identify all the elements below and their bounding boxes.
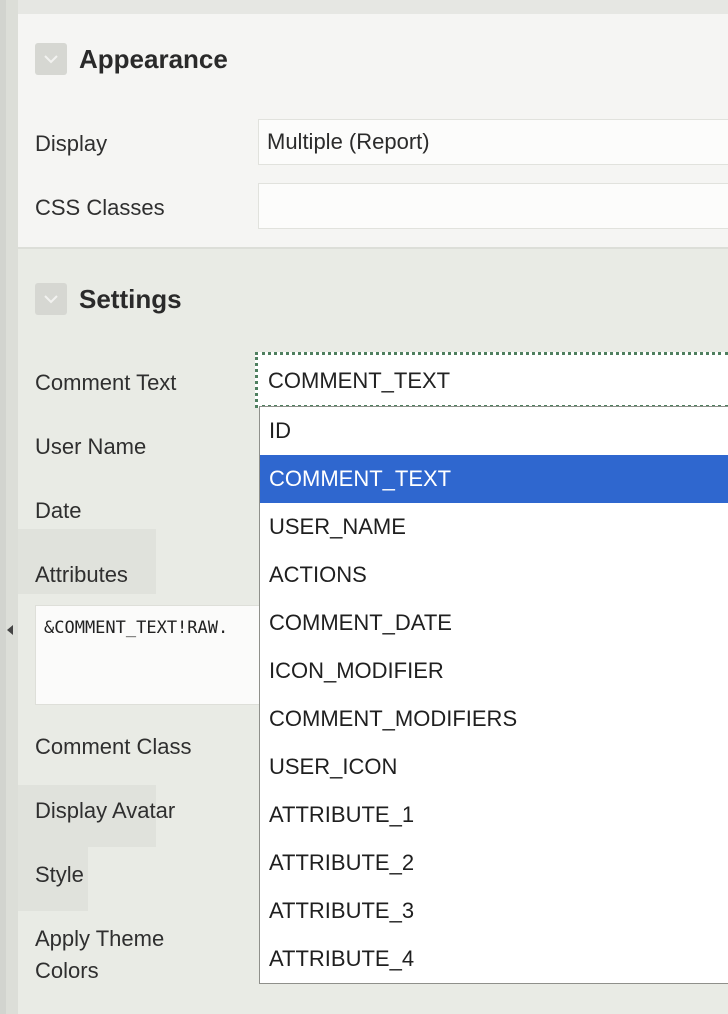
comment-text-label: Comment Text bbox=[35, 370, 177, 395]
chevron-down-icon[interactable] bbox=[35, 283, 67, 315]
left-rail bbox=[0, 0, 6, 1014]
appearance-section: Appearance Display Multiple (Report) CSS… bbox=[18, 14, 728, 249]
dropdown-option[interactable]: USER_NAME bbox=[260, 503, 728, 551]
settings-title: Settings bbox=[79, 283, 182, 314]
dropdown-option[interactable]: USER_ICON bbox=[260, 743, 728, 791]
top-strip bbox=[18, 0, 728, 15]
display-avatar-label: Display Avatar bbox=[35, 798, 176, 823]
dropdown-option[interactable]: ICON_MODIFIER bbox=[260, 647, 728, 695]
caret-left-icon[interactable] bbox=[6, 620, 16, 644]
date-label: Date bbox=[35, 498, 82, 523]
appearance-title: Appearance bbox=[79, 43, 228, 74]
dropdown-option[interactable]: ID bbox=[260, 407, 728, 455]
dropdown-option[interactable]: ATTRIBUTE_1 bbox=[260, 791, 728, 839]
css-classes-label: CSS Classes bbox=[35, 195, 165, 220]
comment-text-dropdown[interactable]: ID COMMENT_TEXT USER_NAME ACTIONS COMMENT_DA… bbox=[259, 406, 728, 984]
attributes-textarea[interactable]: &COMMENT_TEXT!RAW. bbox=[35, 605, 295, 705]
dropdown-option[interactable]: ATTRIBUTE_4 bbox=[260, 935, 728, 983]
comment-class-label: Comment Class bbox=[35, 734, 192, 759]
dropdown-option[interactable]: ATTRIBUTE_2 bbox=[260, 839, 728, 887]
display-label: Display bbox=[35, 131, 108, 156]
dropdown-option[interactable]: ATTRIBUTE_3 bbox=[260, 887, 728, 935]
attributes-label: Attributes bbox=[35, 562, 128, 587]
appearance-header[interactable]: Appearance bbox=[35, 43, 228, 75]
dropdown-option[interactable]: ACTIONS bbox=[260, 551, 728, 599]
dropdown-option[interactable]: COMMENT_MODIFIERS bbox=[260, 695, 728, 743]
chevron-down-icon[interactable] bbox=[35, 43, 67, 75]
style-label: Style bbox=[35, 862, 84, 887]
dropdown-option[interactable]: COMMENT_TEXT bbox=[260, 455, 728, 503]
dropdown-option[interactable]: COMMENT_DATE bbox=[260, 599, 728, 647]
user-name-label: User Name bbox=[35, 434, 147, 459]
display-field[interactable]: Multiple (Report) bbox=[258, 119, 728, 165]
apply-theme-colors-label: Apply Theme bbox=[35, 926, 165, 951]
css-classes-field[interactable] bbox=[258, 183, 728, 229]
apply-theme-colors-label-line2: Colors bbox=[35, 958, 99, 983]
comment-text-select[interactable]: COMMENT_TEXT bbox=[255, 352, 728, 408]
settings-header[interactable]: Settings bbox=[35, 283, 182, 315]
